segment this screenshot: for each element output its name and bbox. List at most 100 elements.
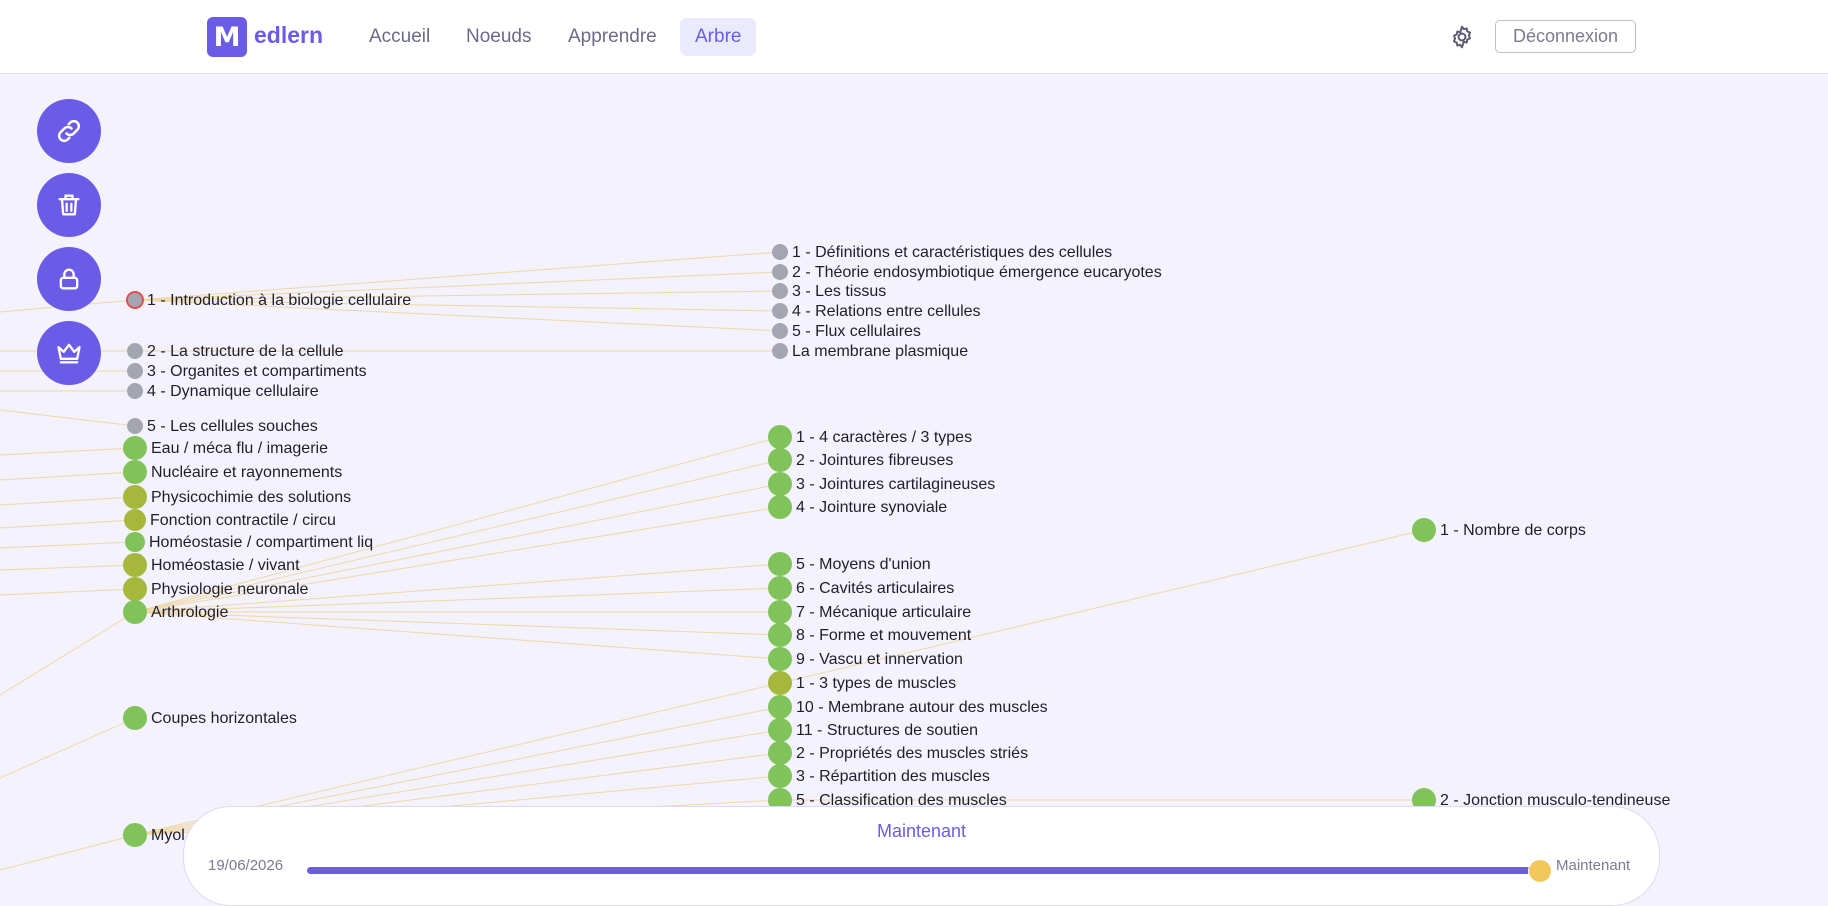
node-dot bbox=[123, 706, 147, 730]
node-label: 1 - 4 caractères / 3 types bbox=[796, 429, 972, 446]
tree-node[interactable]: Homéostasie / vivant bbox=[123, 553, 300, 577]
node-label: Eau / méca flu / imagerie bbox=[151, 440, 328, 457]
node-dot bbox=[772, 264, 788, 280]
node-dot bbox=[123, 460, 147, 484]
node-dot bbox=[123, 436, 147, 460]
node-label: 2 - La structure de la cellule bbox=[147, 343, 344, 360]
logout-button[interactable]: Déconnexion bbox=[1495, 20, 1636, 53]
tree-node[interactable]: 3 - Organites et compartiments bbox=[127, 363, 367, 380]
tree-node[interactable]: 1 - Introduction à la biologie cellulair… bbox=[126, 291, 411, 309]
tree-node[interactable]: Arthrologie bbox=[123, 600, 228, 624]
tree-node[interactable]: Physiologie neuronale bbox=[123, 577, 309, 601]
tree-node[interactable]: 5 - Flux cellulaires bbox=[772, 323, 921, 340]
tree-node[interactable]: 3 - Répartition des muscles bbox=[768, 764, 990, 788]
node-dot bbox=[768, 576, 792, 600]
node-dot bbox=[768, 472, 792, 496]
node-dot bbox=[768, 764, 792, 788]
tree-node[interactable]: 2 - Théorie endosymbiotique émergence eu… bbox=[772, 264, 1162, 281]
node-dot bbox=[127, 343, 143, 359]
tree-node[interactable]: 6 - Cavités articulaires bbox=[768, 576, 954, 600]
nav-accueil[interactable]: Accueil bbox=[354, 18, 445, 56]
trash-icon bbox=[58, 194, 80, 216]
tree-edge bbox=[0, 447, 136, 456]
tree-node[interactable]: La membrane plasmique bbox=[772, 343, 968, 360]
tree-node[interactable]: 2 - Propriétés des muscles striés bbox=[768, 741, 1028, 765]
node-dot bbox=[768, 425, 792, 449]
tree-node[interactable]: 1 - 4 caractères / 3 types bbox=[768, 425, 972, 449]
nav-noeuds[interactable]: Noeuds bbox=[451, 18, 547, 56]
delete-button[interactable] bbox=[37, 173, 101, 237]
node-dot bbox=[772, 323, 788, 339]
tree-node[interactable]: 9 - Vascu et innervation bbox=[768, 647, 963, 671]
tree-node[interactable]: 7 - Mécanique articulaire bbox=[768, 600, 971, 624]
node-dot bbox=[123, 485, 147, 509]
tree-node[interactable]: 4 - Jointure synoviale bbox=[768, 495, 947, 519]
lock-icon bbox=[59, 268, 79, 290]
node-label: Coupes horizontales bbox=[151, 710, 297, 727]
node-dot bbox=[127, 418, 143, 434]
tree-nodes: 1 - Introduction à la biologie cellulair… bbox=[123, 244, 1670, 847]
crown-button[interactable] bbox=[37, 321, 101, 385]
nav-apprendre[interactable]: Apprendre bbox=[553, 18, 672, 56]
node-label: 8 - Forme et mouvement bbox=[796, 627, 972, 644]
tree-node[interactable]: 1 - Nombre de corps bbox=[1412, 518, 1586, 542]
tree-edge bbox=[0, 611, 136, 696]
tree-node[interactable]: 5 - Les cellules souches bbox=[127, 418, 318, 435]
node-label: Nucléaire et rayonnements bbox=[151, 464, 342, 481]
node-dot bbox=[768, 718, 792, 742]
node-dot bbox=[126, 291, 144, 309]
node-label: 3 - Les tissus bbox=[792, 283, 886, 300]
tree-node[interactable]: Fonction contractile / circu bbox=[124, 509, 336, 531]
node-label: 5 - Flux cellulaires bbox=[792, 323, 921, 340]
tree-node[interactable]: 10 - Membrane autour des muscles bbox=[768, 695, 1048, 719]
tree-node[interactable]: 3 - Les tissus bbox=[772, 283, 886, 300]
node-dot bbox=[123, 577, 147, 601]
tree-edge bbox=[0, 588, 136, 596]
tree-node[interactable]: Myol bbox=[123, 823, 185, 847]
node-label: 2 - Jointures fibreuses bbox=[796, 452, 953, 469]
node-label: Physicochimie des solutions bbox=[151, 489, 351, 506]
tree-node[interactable]: 11 - Structures de soutien bbox=[768, 718, 978, 742]
link-button[interactable] bbox=[37, 99, 101, 163]
tree-node[interactable]: 4 - Relations entre cellules bbox=[772, 303, 981, 320]
timeline-slider-track[interactable] bbox=[307, 867, 1539, 874]
tree-node[interactable]: 1 - Définitions et caractéristiques des … bbox=[772, 244, 1112, 261]
tree-node[interactable]: Physicochimie des solutions bbox=[123, 485, 351, 509]
tree-node[interactable]: 3 - Jointures cartilagineuses bbox=[768, 472, 995, 496]
node-label: 3 - Répartition des muscles bbox=[796, 768, 990, 785]
gear-icon[interactable] bbox=[1449, 24, 1475, 50]
tree-node[interactable]: 8 - Forme et mouvement bbox=[768, 623, 972, 647]
top-navbar: M edlern Accueil Noeuds Apprendre Arbre … bbox=[0, 0, 1828, 74]
tree-edge bbox=[134, 611, 781, 636]
node-dot bbox=[123, 600, 147, 624]
tree-node[interactable]: Nucléaire et rayonnements bbox=[123, 460, 342, 484]
tree-node[interactable]: 2 - La structure de la cellule bbox=[127, 343, 344, 360]
node-dot bbox=[123, 553, 147, 577]
node-label: 4 - Dynamique cellulaire bbox=[147, 383, 319, 400]
tree-node[interactable]: Eau / méca flu / imagerie bbox=[123, 436, 328, 460]
lock-button[interactable] bbox=[37, 247, 101, 311]
node-label: 7 - Mécanique articulaire bbox=[796, 604, 971, 621]
tree-edge bbox=[134, 611, 781, 660]
tree-node[interactable]: Coupes horizontales bbox=[123, 706, 297, 730]
node-dot bbox=[1412, 518, 1436, 542]
tree-node[interactable]: 4 - Dynamique cellulaire bbox=[127, 383, 319, 400]
tree-node[interactable]: Homéostasie / compartiment liq bbox=[125, 532, 373, 552]
node-dot bbox=[768, 552, 792, 576]
node-dot bbox=[768, 495, 792, 519]
tree-node[interactable]: 1 - 3 types de muscles bbox=[768, 671, 956, 695]
tree-edge bbox=[0, 541, 136, 549]
node-dot bbox=[127, 383, 143, 399]
tree-node[interactable]: 5 - Moyens d'union bbox=[768, 552, 931, 576]
app-name[interactable]: edlern bbox=[254, 22, 323, 49]
logo-icon[interactable]: M bbox=[207, 17, 247, 57]
nav-arbre[interactable]: Arbre bbox=[680, 18, 757, 56]
tree-canvas[interactable]: 1 - Introduction à la biologie cellulair… bbox=[0, 74, 1828, 889]
tree-node[interactable]: 2 - Jointures fibreuses bbox=[768, 448, 953, 472]
timeline-slider-thumb[interactable] bbox=[1528, 859, 1552, 883]
tree-edge bbox=[0, 717, 136, 779]
node-label: 3 - Jointures cartilagineuses bbox=[796, 476, 995, 493]
timeline-end-label: Maintenant bbox=[1556, 857, 1631, 874]
node-label: 2 - Théorie endosymbiotique émergence eu… bbox=[792, 264, 1162, 281]
node-dot bbox=[768, 671, 792, 695]
